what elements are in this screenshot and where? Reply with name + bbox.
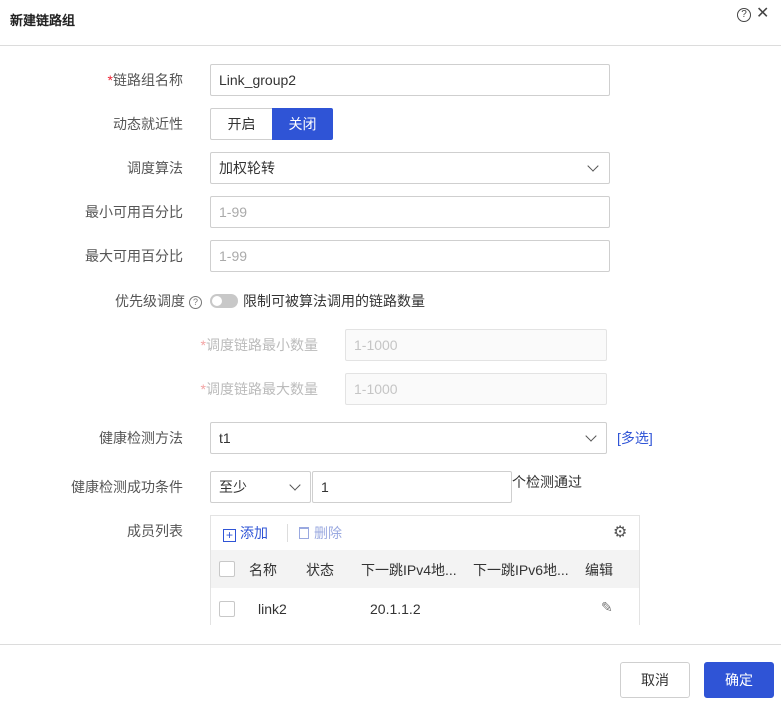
min-percent-input[interactable]: 1-99 [210,196,610,228]
chevron-down-icon [585,430,597,442]
cancel-button[interactable]: 取消 [620,662,690,698]
gear-icon[interactable]: ⚙ [613,524,627,542]
toolbar-divider [287,524,288,542]
min-links-input[interactable]: 1-1000 [345,329,607,361]
max-percent-input[interactable]: 1-99 [210,240,610,272]
dialog-footer: 取消 确定 [0,644,781,703]
multi-select-link[interactable]: [多选] [617,428,653,448]
health-count-input[interactable]: 1 [312,471,512,503]
priority-toggle[interactable] [210,294,238,308]
algorithm-value: 加权轮转 [219,160,275,176]
close-icon[interactable]: ✕ [756,5,769,23]
name-label: *链路组名称 [107,72,183,88]
table-row: link2 20.1.1.2 ✎ [211,588,639,625]
members-label: 成员列表 [127,523,183,539]
health-method-value: t1 [219,430,231,446]
row-ipv4: 20.1.1.2 [370,601,421,617]
ok-button[interactable]: 确定 [704,662,774,698]
name-input[interactable]: Link_group2 [210,64,610,96]
health-condition-suffix: 个检测通过 [512,474,582,490]
chevron-down-icon [587,160,599,172]
column-header[interactable]: 下一跳IPv4地... [361,560,457,580]
min-percent-label: 最小可用百分比 [85,204,183,220]
member-table: + 添加 删除 ⚙ 名称 状态 下一跳IPv4地... 下一跳IPv6地... 编… [210,515,640,625]
proximity-label: 动态就近性 [113,116,183,132]
column-header[interactable]: 下一跳IPv6地... [473,560,569,580]
select-all-checkbox[interactable] [219,561,235,577]
plus-icon: + [223,529,236,542]
algorithm-label: 调度算法 [127,160,183,176]
toggle-knob [212,296,222,306]
column-header[interactable]: 名称 [249,560,277,580]
new-link-group-dialog: 新建链路组 ? ✕ *链路组名称 Link_group2 动态就近性 开启 关闭… [0,0,781,703]
max-percent-label: 最大可用百分比 [85,248,183,264]
dialog-title: 新建链路组 [10,13,76,28]
row-checkbox[interactable] [219,601,235,617]
dialog-header: 新建链路组 ? ✕ [0,0,781,46]
health-condition-label: 健康检测成功条件 [71,479,183,495]
health-condition-value: 至少 [219,479,247,495]
member-toolbar: + 添加 删除 ⚙ [211,516,639,550]
max-links-label: *调度链路最大数量 [200,381,318,397]
trash-icon [299,527,309,539]
table-header: 名称 状态 下一跳IPv4地... 下一跳IPv6地... 编辑 [211,550,639,588]
add-member-button[interactable]: + 添加 [223,523,268,543]
proximity-off-button[interactable]: 关闭 [272,108,333,140]
row-name: link2 [258,601,287,617]
priority-label: 优先级调度? [0,291,202,311]
max-links-input[interactable]: 1-1000 [345,373,607,405]
health-condition-select[interactable]: 至少 [210,471,311,503]
edit-icon[interactable]: ✎ [601,599,613,616]
health-method-label: 健康检测方法 [99,430,183,446]
column-header[interactable]: 编辑 [585,560,613,580]
delete-member-button[interactable]: 删除 [299,523,342,543]
algorithm-select[interactable]: 加权轮转 [210,152,610,184]
priority-toggle-text: 限制可被算法调用的链路数量 [243,293,425,309]
column-header[interactable]: 状态 [306,560,334,580]
chevron-down-icon [289,479,301,491]
health-method-select[interactable]: t1 ✕ [210,422,781,454]
question-icon[interactable]: ? [189,296,202,309]
proximity-on-button[interactable]: 开启 [210,108,272,140]
help-icon[interactable]: ? [737,8,751,22]
min-links-label: *调度链路最小数量 [200,337,318,353]
